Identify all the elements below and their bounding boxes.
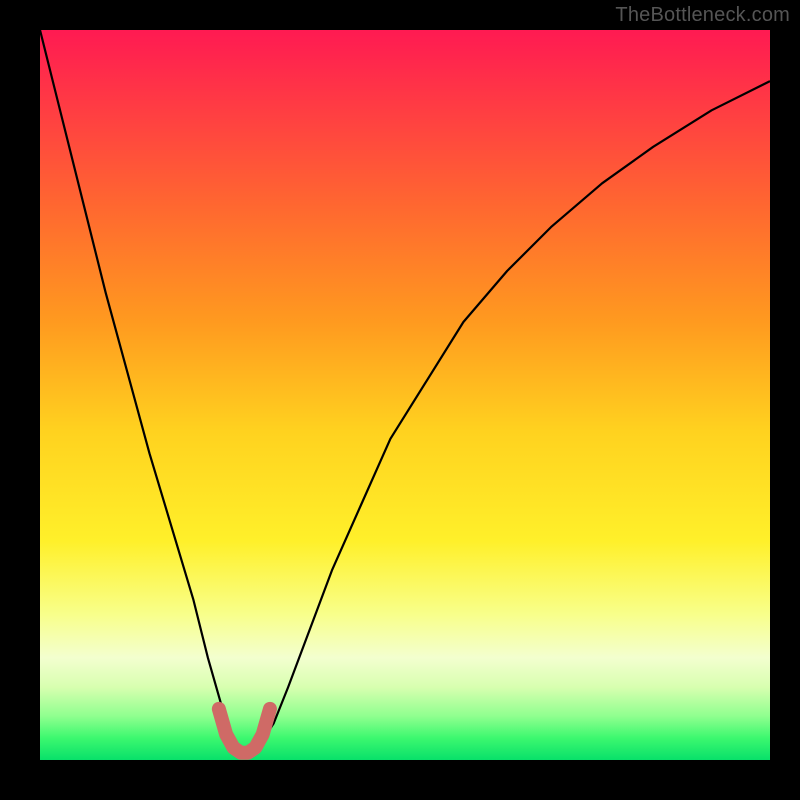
chart-svg [0, 0, 800, 800]
chart-frame: TheBottleneck.com [0, 0, 800, 800]
plot-background [40, 30, 770, 760]
